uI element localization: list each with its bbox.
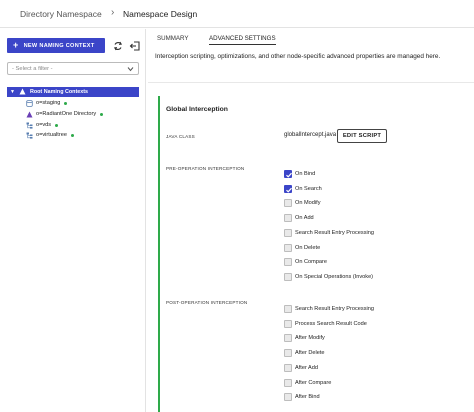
tab-summary[interactable]: SUMMARY (157, 35, 189, 42)
checkbox[interactable] (284, 272, 292, 281)
checkbox-row[interactable]: After Delete (284, 348, 325, 358)
checkbox-row[interactable]: Search Result Entry Processing (284, 228, 374, 238)
checkbox[interactable] (284, 228, 292, 237)
checkbox[interactable] (284, 393, 292, 402)
checkbox[interactable] (284, 305, 292, 313)
tree-root-naming-contexts[interactable]: ▼ Root Naming Contexts (7, 87, 139, 97)
checkbox[interactable] (284, 334, 292, 343)
checkbox-row[interactable]: On Compare (284, 257, 327, 267)
breadcrumb-current: Namespace Design (123, 9, 198, 19)
tab-advanced-settings[interactable]: ADVANCED SETTINGS (209, 35, 276, 45)
checkbox[interactable] (284, 214, 292, 223)
checkbox-row[interactable]: After Modify (284, 333, 325, 343)
checkbox-label: After Delete (295, 350, 325, 357)
status-online-dot (70, 133, 74, 137)
checkbox-label: On Search (295, 185, 322, 192)
new-naming-context-button[interactable]: + NEW NAMING CONTEXT (7, 38, 105, 53)
checkbox-label: Search Result Entry Processing (295, 229, 374, 236)
checkbox-label: On Modify (295, 200, 321, 207)
checkbox-label: After Compare (295, 379, 332, 386)
tab-advanced-settings-label: ADVANCED SETTINGS (209, 35, 276, 42)
checkbox[interactable] (284, 243, 292, 252)
sidebar: + NEW NAMING CONTEXT - Select a filter -… (0, 29, 146, 412)
chevron-down-icon (127, 66, 134, 72)
exit-icon[interactable] (129, 39, 141, 51)
checkbox-label: On Delete (295, 244, 321, 251)
checkbox-label: Process Search Result Code (295, 320, 367, 327)
tree-item-label: o=RadiantOne Directory (36, 111, 97, 117)
triangle-logo-icon (19, 88, 26, 97)
post-operation-label: POST-OPERATION INTERCEPTION (166, 300, 248, 305)
checkbox-row[interactable]: After Add (284, 363, 318, 373)
tree-item[interactable]: o=RadiantOne Directory (26, 109, 104, 119)
status-online-dot (100, 112, 104, 116)
filter-select[interactable]: - Select a filter - (7, 62, 139, 75)
checkbox[interactable] (284, 363, 292, 372)
checkbox-row[interactable]: On Modify (284, 198, 321, 208)
tree-item-label: o=vds (36, 122, 52, 128)
tree-item-label: o=staging (36, 100, 61, 106)
checkbox-row[interactable]: Process Search Result Code (284, 319, 367, 329)
checkbox-label: On Special Operations (Invoke) (295, 273, 374, 280)
check-icon (286, 187, 292, 193)
status-online-dot (64, 101, 68, 105)
checkbox-label: On Add (295, 215, 314, 222)
checkbox-label: Search Result Entry Processing (295, 306, 374, 312)
tree-item-label: o=virtualtree (36, 132, 67, 138)
database-icon (26, 99, 33, 107)
java-class-label: JAVA CLASS (166, 134, 195, 139)
checkbox-label: On Bind (295, 171, 316, 177)
breadcrumb-parent[interactable]: Directory Namespace (20, 9, 102, 19)
checkbox-label: After Bind (295, 394, 320, 401)
checkbox-label: After Modify (295, 335, 325, 342)
checkbox-row[interactable]: On Add (284, 213, 314, 223)
checkbox-row[interactable]: Search Result Entry Processing (284, 304, 374, 314)
chevron-right-icon: › (111, 7, 115, 18)
breadcrumb: Directory Namespace › Namespace Design (0, 0, 474, 28)
tree-item[interactable]: o=staging (26, 98, 68, 108)
tree-item[interactable]: o=vds (26, 120, 59, 130)
checkbox-row[interactable]: On Search (284, 184, 322, 194)
chevron-down-icon[interactable]: ▼ (10, 89, 15, 95)
checkbox-label: After Add (295, 364, 319, 371)
pre-operation-label: PRE-OPERATION INTERCEPTION (166, 166, 245, 171)
hierarchy-icon (26, 122, 33, 129)
checkbox-row[interactable]: On Delete (284, 243, 320, 253)
triangle-logo-icon (26, 111, 33, 118)
checkbox[interactable] (284, 378, 292, 387)
refresh-icon[interactable] (112, 39, 124, 51)
filter-placeholder: - Select a filter - (12, 65, 53, 72)
checkbox-checked[interactable] (284, 184, 292, 193)
checkbox-row[interactable]: After Bind (284, 392, 320, 402)
java-class-value: globalIntercept.java (284, 132, 337, 138)
section-title: Global Interception (166, 106, 228, 113)
tree-root-label: Root Naming Contexts (29, 89, 89, 95)
tree-item[interactable]: o=virtualtree (26, 130, 74, 140)
hierarchy-icon (26, 132, 33, 139)
checkbox-label: On Compare (295, 259, 328, 266)
checkbox[interactable] (284, 319, 292, 328)
check-icon (286, 172, 292, 178)
checkbox[interactable] (284, 199, 292, 208)
checkbox-row[interactable]: On Bind (284, 169, 315, 179)
new-naming-context-label: NEW NAMING CONTEXT (23, 42, 95, 49)
divider (148, 82, 474, 83)
checkbox-row[interactable]: On Special Operations (Invoke) (284, 272, 373, 282)
checkbox[interactable] (284, 349, 292, 358)
edit-script-button[interactable]: EDIT SCRIPT (337, 129, 387, 143)
page-description: Interception scripting, optimizations, a… (155, 53, 441, 60)
checkbox-checked[interactable] (284, 170, 292, 178)
active-tab-underline (209, 44, 276, 45)
plus-icon: + (13, 40, 19, 50)
checkbox-row[interactable]: After Compare (284, 378, 331, 388)
checkbox[interactable] (284, 258, 292, 267)
status-online-dot (55, 123, 59, 127)
